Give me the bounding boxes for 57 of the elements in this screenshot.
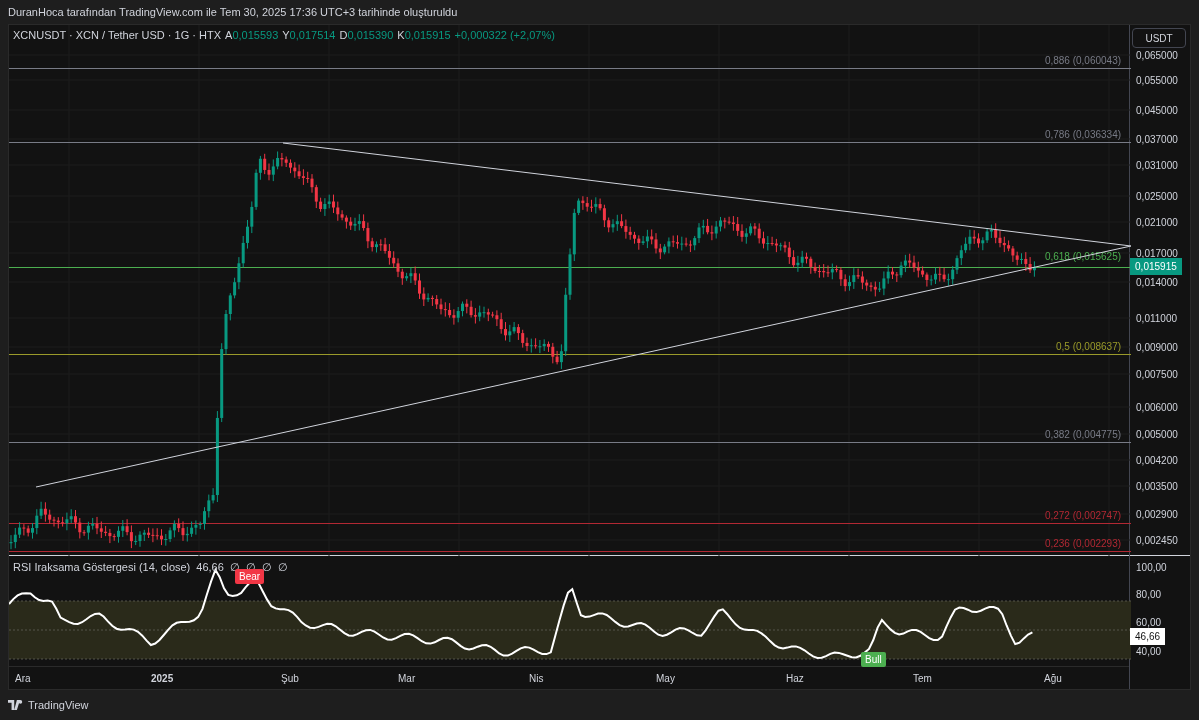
price-change: +0,000322 (+2,07%) — [454, 28, 555, 43]
time-axis-label: Mar — [398, 672, 416, 686]
ohlc-value: 0,015593 — [232, 28, 279, 43]
price-axis-label: 0,055000 — [1136, 74, 1178, 88]
ohlc-label: K — [397, 28, 405, 43]
rsi-axis-label: 100,00 — [1136, 561, 1167, 575]
ohlc-label: D — [339, 28, 348, 43]
time-axis-label: 2025 — [151, 672, 174, 686]
time-axis-label: Haz — [786, 672, 804, 686]
ohlc-label: Y — [282, 28, 290, 43]
rsi-axis-label: 80,00 — [1136, 588, 1162, 602]
price-axis-label: 0,007500 — [1136, 368, 1178, 382]
fibonacci-level-label: 0,786 (0,036334) — [1044, 128, 1122, 142]
price-axis-label: 0,009000 — [1136, 341, 1178, 355]
rsi-axis-label: 60,00 — [1136, 616, 1162, 630]
fibonacci-level-label: 0,618 (0,015625) — [1044, 250, 1122, 264]
time-axis-label: Tem — [913, 672, 932, 686]
price-axis-label: 0,021000 — [1136, 216, 1178, 230]
price-axis-label: 0,014000 — [1136, 276, 1178, 290]
fibonacci-level-label: 0,886 (0,060043) — [1044, 54, 1122, 68]
rsi-title: RSI Iraksama Göstergesi (14, close) — [13, 560, 191, 575]
price-axis-label: 0,025000 — [1136, 190, 1178, 204]
price-axis-label: 0,003500 — [1136, 480, 1178, 494]
price-axis-label: 0,002900 — [1136, 508, 1178, 522]
price-axis-label: 0,005000 — [1136, 428, 1178, 442]
price-axis-label: 0,004200 — [1136, 454, 1178, 468]
fibonacci-level-label: 0,272 (0,002747) — [1044, 509, 1122, 523]
price-axis-label: 0,031000 — [1136, 159, 1178, 173]
rsi-null-value: ∅ — [277, 560, 288, 575]
time-axis-label: Ağu — [1044, 672, 1062, 686]
fibonacci-level-label: 0,382 (0,004775) — [1044, 428, 1122, 442]
currency-button[interactable]: USDT — [1132, 28, 1187, 48]
price-axis-label: 0,045000 — [1136, 104, 1178, 118]
price-axis-label: 0,065000 — [1136, 49, 1178, 63]
price-axis-label: 0,006000 — [1136, 401, 1178, 415]
rsi-value: 46,66 — [196, 560, 224, 575]
fibonacci-level-label: 0,236 (0,002293) — [1044, 537, 1122, 551]
bull-signal-label: Bull — [861, 652, 886, 667]
rsi-axis-label: 40,00 — [1136, 645, 1162, 659]
price-axis-label: 0,037000 — [1136, 133, 1178, 147]
ohlc-label: A — [225, 28, 233, 43]
time-axis-label: Ara — [15, 672, 31, 686]
price-axis-label: 0,011000 — [1136, 312, 1177, 326]
ohlc-value: 0,015390 — [347, 28, 394, 43]
time-axis-label: May — [656, 672, 675, 686]
time-axis-label: Nis — [529, 672, 544, 686]
attribution-text: DuranHoca tarafından TradingView.com ile Tem 30, 2025 17:36 UTC+3 tarihinde oluşturuldu — [8, 4, 458, 20]
ohlc-value: 0,015915 — [404, 28, 451, 43]
time-axis-label: Şub — [281, 672, 299, 686]
rsi-value-badge: 46,66 — [1130, 628, 1166, 645]
price-axis-label: 0,002450 — [1136, 534, 1178, 548]
price-axis-label: 0,017000 — [1136, 247, 1178, 261]
ohlc-value: 0,017514 — [289, 28, 336, 43]
fibonacci-level-label: 0,5 (0,008637) — [1056, 340, 1122, 354]
brand-name: TradingView — [28, 697, 89, 713]
last-price-badge: 0,015915 — [1130, 258, 1182, 275]
symbol-title: XCNUSDT · XCN / Tether USD · 1G · HTX — [13, 28, 222, 43]
